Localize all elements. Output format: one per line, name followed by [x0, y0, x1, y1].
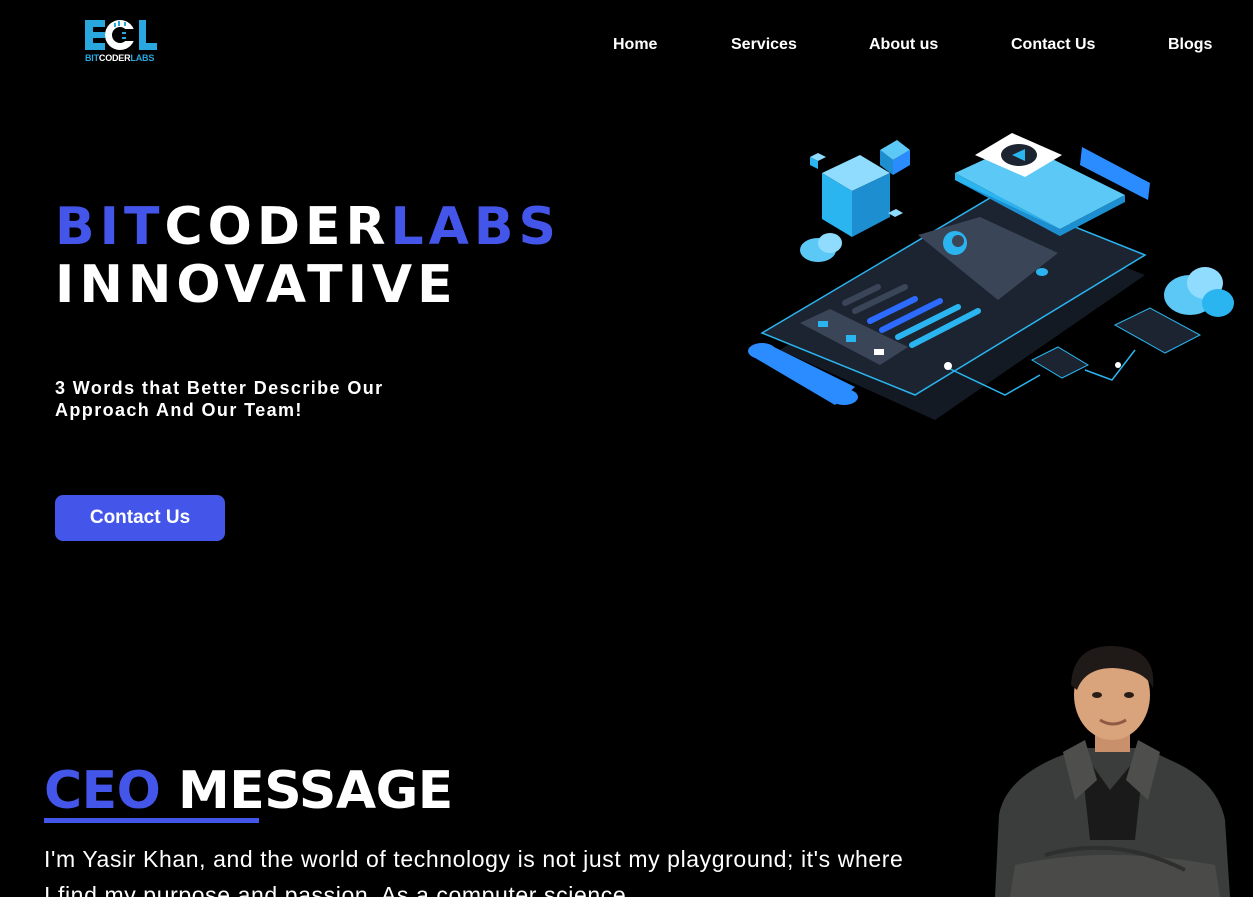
ceo-message-text: I'm Yasir Khan, and the world of technol… [44, 846, 904, 897]
nav-home[interactable]: Home [613, 36, 657, 54]
ceo-title: CEO MESSAGE [44, 758, 453, 824]
ceo-title-accent: CEO [44, 761, 161, 821]
nav-blogs[interactable]: Blogs [1168, 36, 1212, 54]
contact-us-button[interactable]: Contact Us [55, 495, 225, 541]
nav-about-us[interactable]: About us [869, 36, 938, 54]
page: BITCODERLABS Home Services About us Cont… [0, 0, 1253, 897]
isometric-app-illustration [748, 133, 1234, 420]
ceo-title-underline [44, 818, 259, 823]
ceo-portrait [995, 645, 1230, 897]
hero-title-coder: CODER [164, 197, 391, 257]
hero-title-bit: BIT [55, 197, 165, 257]
hero-title-innovative: INNOVATIVE [55, 255, 458, 315]
nav-services[interactable]: Services [731, 36, 797, 54]
main-nav: Home Services About us Contact Us Blogs [0, 36, 1253, 56]
hero-title-labs: LABS [390, 197, 562, 257]
nav-contact-us[interactable]: Contact Us [1011, 36, 1095, 54]
ceo-title-rest: MESSAGE [178, 761, 453, 821]
hero-subtitle: 3 Words that Better Describe Our Approac… [55, 378, 384, 420]
hero-title: BITCODERLABS INNOVATIVE [55, 198, 561, 314]
